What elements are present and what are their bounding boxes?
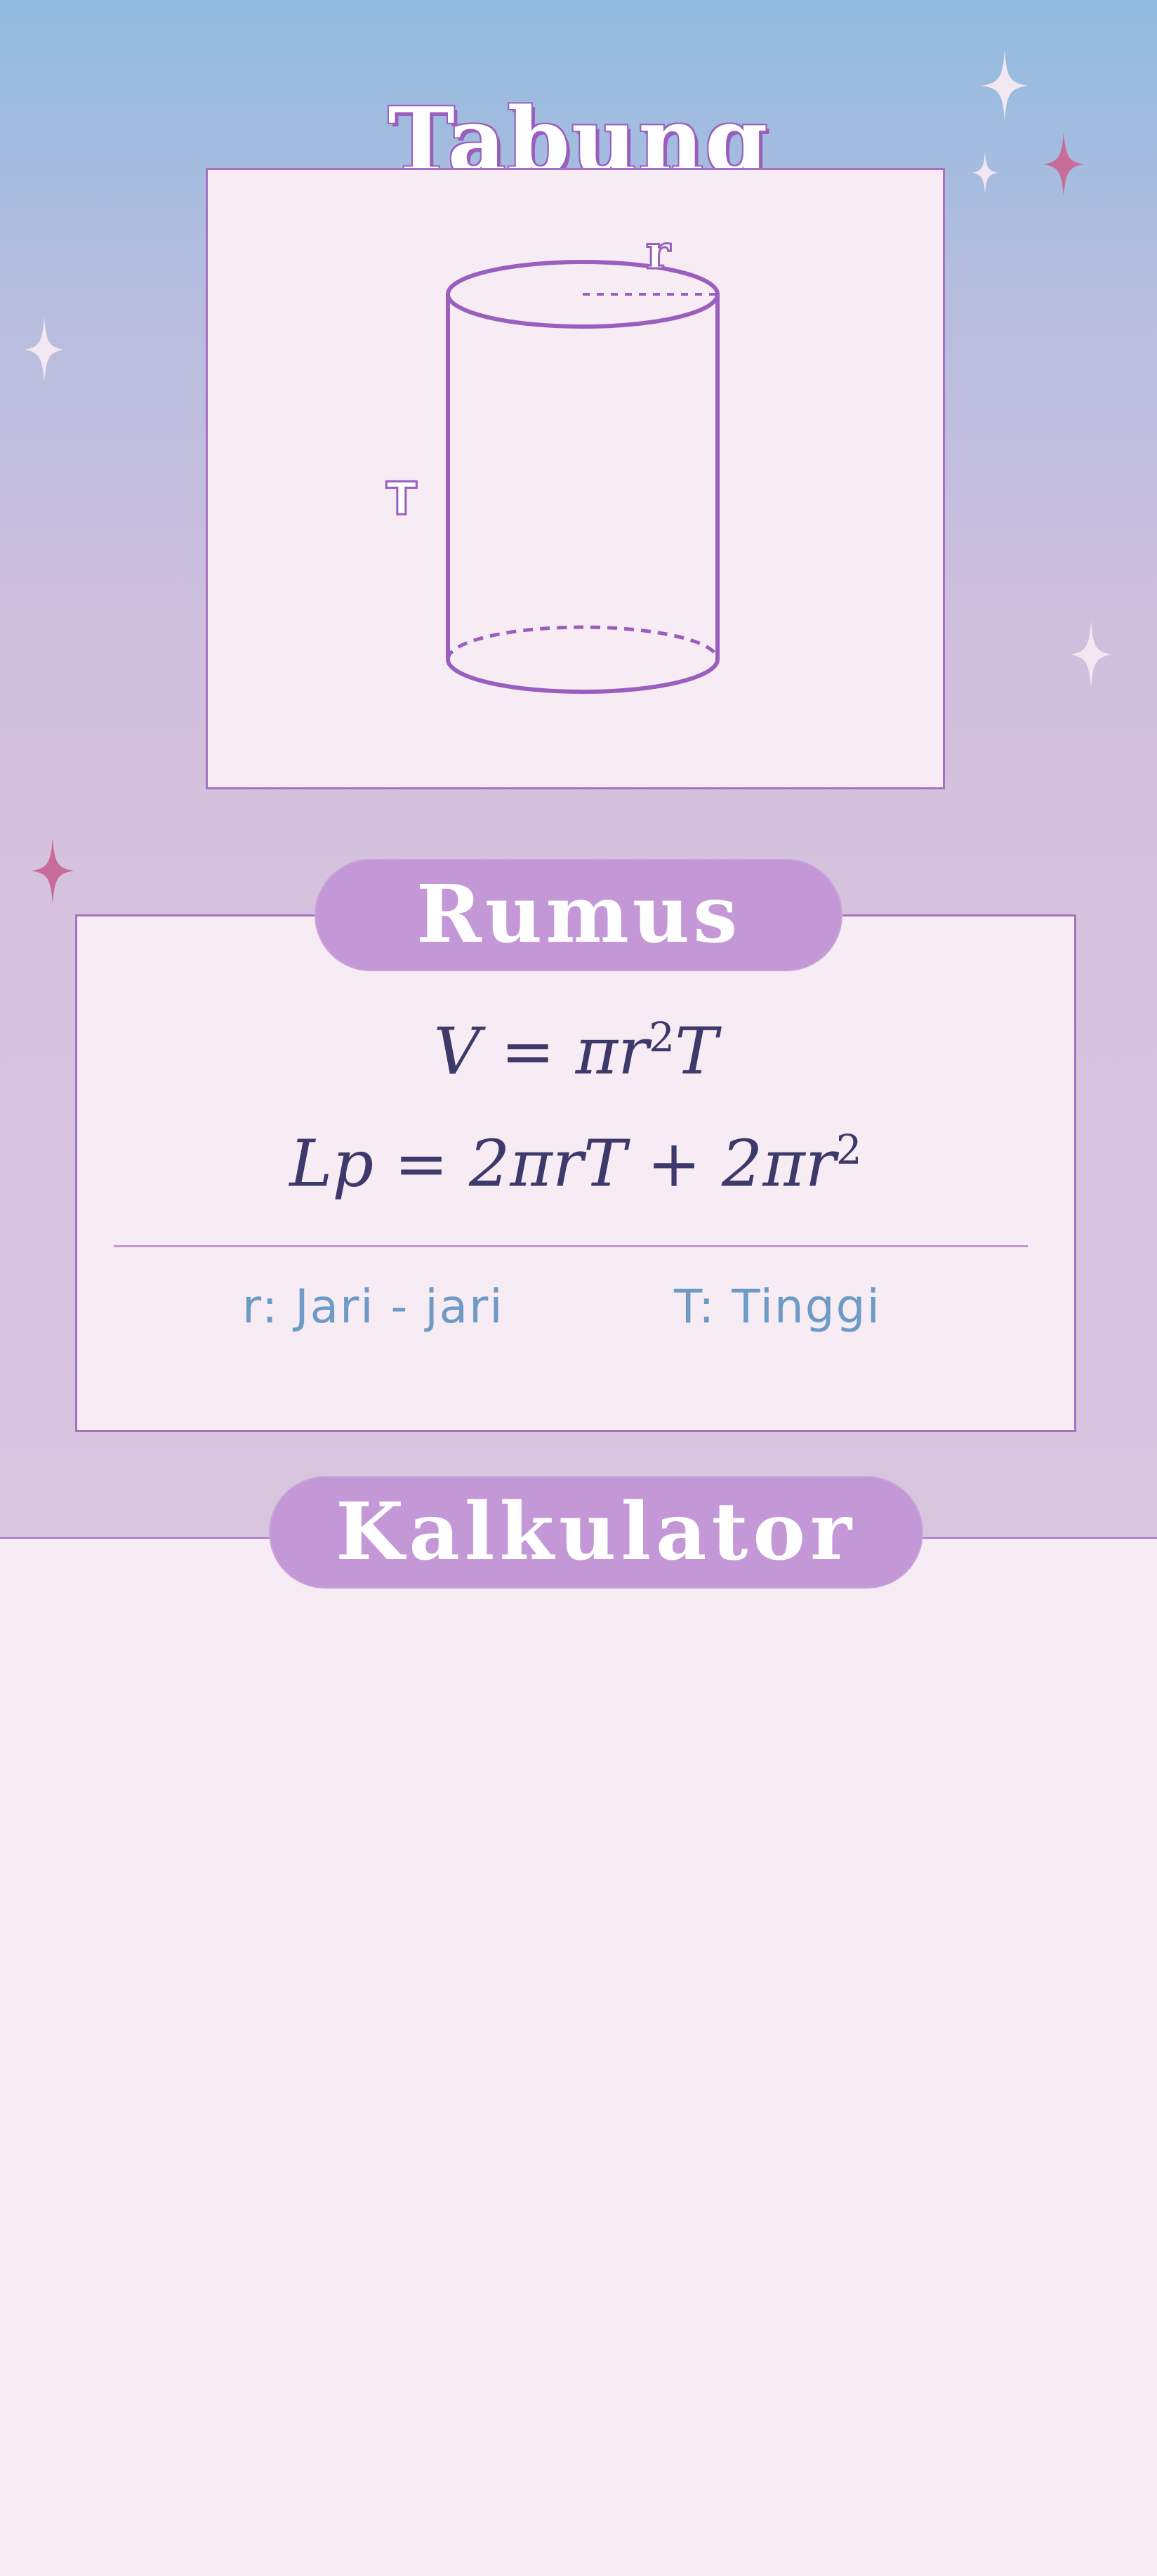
rumus-heading: Rumus	[316, 860, 841, 970]
surface-part1: 2πrT	[468, 1126, 627, 1202]
sparkle-icon	[1070, 621, 1112, 688]
surface-part2: 2πr	[721, 1126, 836, 1202]
volume-pi: π	[575, 1013, 619, 1089]
sparkle-icon	[32, 838, 74, 904]
cylinder-figure-card: r T	[206, 168, 945, 789]
volume-r: r	[618, 1013, 649, 1089]
radius-label: r	[646, 225, 671, 280]
surface-lhs: Lp	[289, 1126, 374, 1202]
surface-exponent: 2	[835, 1126, 862, 1174]
formula-divider	[114, 1245, 1028, 1247]
volume-exponent: 2	[649, 1013, 675, 1061]
surface-equals: =	[373, 1126, 469, 1202]
surface-formula: Lp = 2πrT + 2πr2	[75, 1126, 1076, 1202]
legend-radius: r: Jari - jari	[242, 1280, 504, 1334]
volume-lhs: V	[433, 1013, 481, 1089]
volume-formula: V = πr2T	[75, 1013, 1076, 1089]
legend-height: T: Tinggi	[674, 1280, 881, 1334]
surface-plus: +	[626, 1126, 722, 1202]
height-label: T	[386, 473, 417, 525]
volume-equals: =	[480, 1013, 576, 1089]
cylinder-bottom-back	[446, 625, 720, 660]
kalkulator-heading: Kalkulator	[270, 1478, 922, 1587]
cylinder-diagram: r T	[385, 224, 720, 694]
volume-t: T	[675, 1013, 718, 1089]
cylinder-bottom-front	[446, 659, 720, 694]
sparkle-icon	[25, 317, 64, 382]
